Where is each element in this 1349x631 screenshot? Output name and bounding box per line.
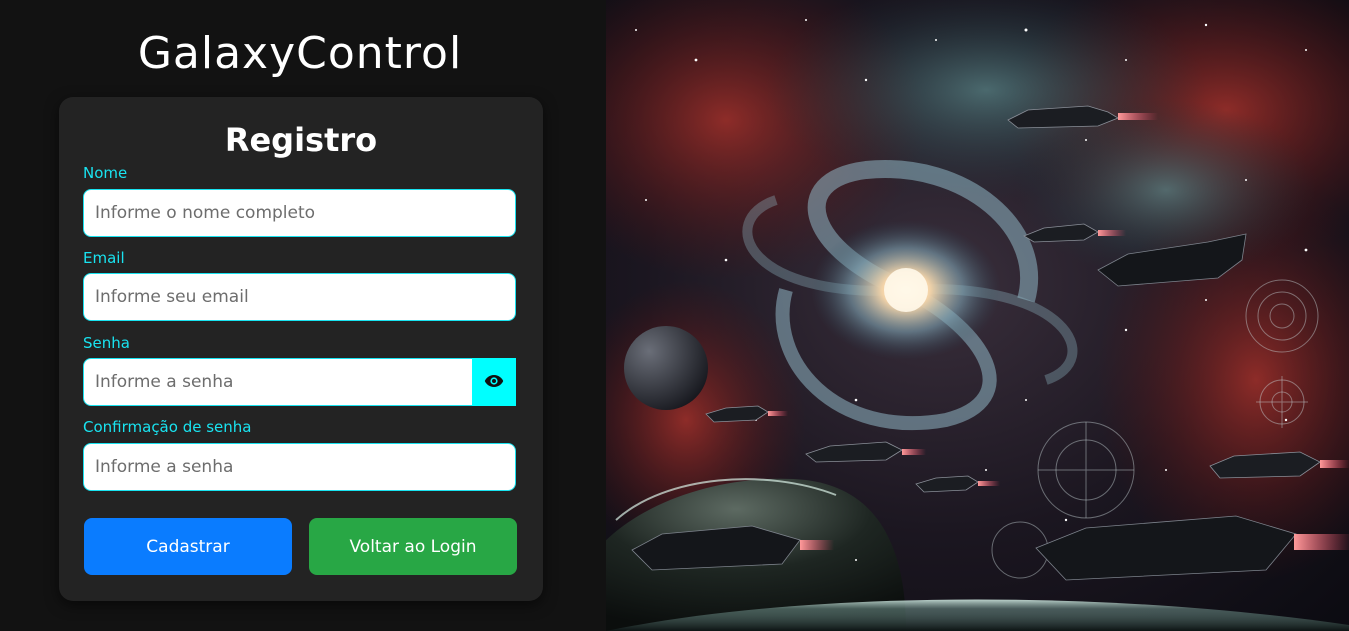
eye-icon [484,374,504,391]
password-input[interactable] [83,358,473,406]
register-card: Registro Nome Email Senha Confirmação de… [59,97,543,601]
galaxy-illustration [606,0,1349,631]
register-button[interactable]: Cadastrar [84,518,292,575]
form-title: Registro [224,121,378,159]
confirm-password-label: Confirmação de senha [83,418,252,436]
email-input[interactable] [83,273,516,321]
app-title: GalaxyControl [137,28,463,79]
password-label: Senha [83,334,130,352]
email-label: Email [83,249,125,267]
name-label: Nome [83,164,128,182]
confirm-password-input[interactable] [83,443,516,491]
toggle-password-button[interactable] [472,358,516,406]
back-to-login-button[interactable]: Voltar ao Login [309,518,517,575]
name-input[interactable] [83,189,516,237]
left-panel: GalaxyControl Registro Nome Email Senha … [0,0,606,631]
register-page: GalaxyControl Registro Nome Email Senha … [0,0,1349,631]
